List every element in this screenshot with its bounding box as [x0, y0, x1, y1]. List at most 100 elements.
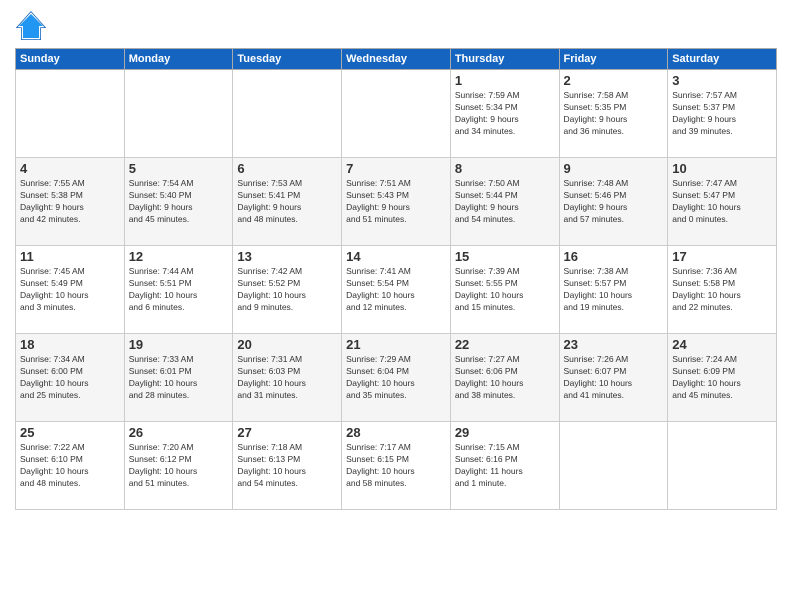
day-info: Sunrise: 7:22 AM Sunset: 6:10 PM Dayligh…	[20, 442, 120, 490]
calendar-cell: 21 Sunrise: 7:29 AM Sunset: 6:04 PM Dayli…	[342, 334, 451, 422]
calendar-cell: 20 Sunrise: 7:31 AM Sunset: 6:03 PM Dayli…	[233, 334, 342, 422]
day-number: 17	[672, 249, 772, 264]
day-info: Sunrise: 7:57 AM Sunset: 5:37 PM Dayligh…	[672, 90, 772, 138]
calendar-cell: 7Sunrise: 7:51 AM Sunset: 5:43 PM Daylig…	[342, 158, 451, 246]
calendar-cell: 25 Sunrise: 7:22 AM Sunset: 6:10 PM Dayli…	[16, 422, 125, 510]
day-info: Sunrise: 7:29 AM Sunset: 6:04 PM Dayligh…	[346, 354, 446, 402]
day-info: Sunrise: 7:26 AM Sunset: 6:07 PM Dayligh…	[564, 354, 664, 402]
day-info: Sunrise: 7:45 AM Sunset: 5:49 PM Dayligh…	[20, 266, 120, 314]
day-number: 19	[129, 337, 229, 352]
calendar-cell: 9Sunrise: 7:48 AM Sunset: 5:46 PM Daylig…	[559, 158, 668, 246]
calendar-cell: 27 Sunrise: 7:18 AM Sunset: 6:13 PM Dayli…	[233, 422, 342, 510]
calendar-cell: 4 Sunrise: 7:55 AM Sunset: 5:38 PM Daylig…	[16, 158, 125, 246]
day-number: 26	[129, 425, 229, 440]
day-number: 11	[20, 249, 120, 264]
day-info: Sunrise: 7:53 AM Sunset: 5:41 PM Dayligh…	[237, 178, 337, 226]
day-number: 23	[564, 337, 664, 352]
calendar-cell: 29 Sunrise: 7:15 AM Sunset: 6:16 PM Dayli…	[450, 422, 559, 510]
weekday-header-row: SundayMondayTuesdayWednesdayThursdayFrid…	[16, 49, 777, 70]
day-number: 1	[455, 73, 555, 88]
calendar-week-row: 25 Sunrise: 7:22 AM Sunset: 6:10 PM Dayli…	[16, 422, 777, 510]
day-info: Sunrise: 7:18 AM Sunset: 6:13 PM Dayligh…	[237, 442, 337, 490]
day-number: 14	[346, 249, 446, 264]
weekday-header: Saturday	[668, 49, 777, 70]
calendar-cell: 13 Sunrise: 7:42 AM Sunset: 5:52 PM Dayli…	[233, 246, 342, 334]
calendar-cell: 5 Sunrise: 7:54 AM Sunset: 5:40 PM Daylig…	[124, 158, 233, 246]
calendar-week-row: 1 Sunrise: 7:59 AM Sunset: 5:34 PM Daylig…	[16, 70, 777, 158]
day-info: Sunrise: 7:15 AM Sunset: 6:16 PM Dayligh…	[455, 442, 555, 490]
day-info: Sunrise: 7:24 AM Sunset: 6:09 PM Dayligh…	[672, 354, 772, 402]
day-info: Sunrise: 7:50 AM Sunset: 5:44 PM Dayligh…	[455, 178, 555, 226]
calendar-cell: 1 Sunrise: 7:59 AM Sunset: 5:34 PM Daylig…	[450, 70, 559, 158]
day-number: 24	[672, 337, 772, 352]
day-info: Sunrise: 7:44 AM Sunset: 5:51 PM Dayligh…	[129, 266, 229, 314]
weekday-header: Sunday	[16, 49, 125, 70]
day-info: Sunrise: 7:39 AM Sunset: 5:55 PM Dayligh…	[455, 266, 555, 314]
calendar-cell: 12 Sunrise: 7:44 AM Sunset: 5:51 PM Dayli…	[124, 246, 233, 334]
day-number: 29	[455, 425, 555, 440]
calendar-cell	[668, 422, 777, 510]
calendar-cell	[559, 422, 668, 510]
day-number: 27	[237, 425, 337, 440]
calendar-cell	[124, 70, 233, 158]
calendar-cell: 28 Sunrise: 7:17 AM Sunset: 6:15 PM Dayli…	[342, 422, 451, 510]
day-number: 12	[129, 249, 229, 264]
day-number: 28	[346, 425, 446, 440]
calendar-cell: 15 Sunrise: 7:39 AM Sunset: 5:55 PM Dayli…	[450, 246, 559, 334]
day-info: Sunrise: 7:17 AM Sunset: 6:15 PM Dayligh…	[346, 442, 446, 490]
day-number: 13	[237, 249, 337, 264]
calendar-cell: 16 Sunrise: 7:38 AM Sunset: 5:57 PM Dayli…	[559, 246, 668, 334]
day-info: Sunrise: 7:55 AM Sunset: 5:38 PM Dayligh…	[20, 178, 120, 226]
weekday-header: Tuesday	[233, 49, 342, 70]
calendar-week-row: 18Sunrise: 7:34 AM Sunset: 6:00 PM Dayli…	[16, 334, 777, 422]
day-info: Sunrise: 7:59 AM Sunset: 5:34 PM Dayligh…	[455, 90, 555, 138]
day-info: Sunrise: 7:20 AM Sunset: 6:12 PM Dayligh…	[129, 442, 229, 490]
calendar-cell: 22 Sunrise: 7:27 AM Sunset: 6:06 PM Dayli…	[450, 334, 559, 422]
weekday-header: Friday	[559, 49, 668, 70]
calendar-cell: 11 Sunrise: 7:45 AM Sunset: 5:49 PM Dayli…	[16, 246, 125, 334]
day-number: 15	[455, 249, 555, 264]
calendar-cell: 3 Sunrise: 7:57 AM Sunset: 5:37 PM Daylig…	[668, 70, 777, 158]
day-info: Sunrise: 7:42 AM Sunset: 5:52 PM Dayligh…	[237, 266, 337, 314]
weekday-header: Wednesday	[342, 49, 451, 70]
calendar-cell: 10 Sunrise: 7:47 AM Sunset: 5:47 PM Dayli…	[668, 158, 777, 246]
day-info: Sunrise: 7:41 AM Sunset: 5:54 PM Dayligh…	[346, 266, 446, 314]
calendar-week-row: 11 Sunrise: 7:45 AM Sunset: 5:49 PM Dayli…	[16, 246, 777, 334]
calendar-cell: 24 Sunrise: 7:24 AM Sunset: 6:09 PM Dayli…	[668, 334, 777, 422]
day-info: Sunrise: 7:33 AM Sunset: 6:01 PM Dayligh…	[129, 354, 229, 402]
day-number: 2	[564, 73, 664, 88]
day-info: Sunrise: 7:51 AM Sunset: 5:43 PM Dayligh…	[346, 178, 446, 226]
day-number: 10	[672, 161, 772, 176]
day-info: Sunrise: 7:27 AM Sunset: 6:06 PM Dayligh…	[455, 354, 555, 402]
calendar-cell: 6 Sunrise: 7:53 AM Sunset: 5:41 PM Daylig…	[233, 158, 342, 246]
day-number: 4	[20, 161, 120, 176]
calendar-cell: 19 Sunrise: 7:33 AM Sunset: 6:01 PM Dayli…	[124, 334, 233, 422]
day-info: Sunrise: 7:34 AM Sunset: 6:00 PM Dayligh…	[20, 354, 120, 402]
logo-icon	[15, 10, 47, 42]
day-info: Sunrise: 7:47 AM Sunset: 5:47 PM Dayligh…	[672, 178, 772, 226]
calendar-cell	[342, 70, 451, 158]
day-number: 25	[20, 425, 120, 440]
day-number: 3	[672, 73, 772, 88]
calendar-cell: 14 Sunrise: 7:41 AM Sunset: 5:54 PM Dayli…	[342, 246, 451, 334]
day-info: Sunrise: 7:31 AM Sunset: 6:03 PM Dayligh…	[237, 354, 337, 402]
calendar-cell: 23 Sunrise: 7:26 AM Sunset: 6:07 PM Dayli…	[559, 334, 668, 422]
calendar-week-row: 4 Sunrise: 7:55 AM Sunset: 5:38 PM Daylig…	[16, 158, 777, 246]
page-header	[15, 10, 777, 42]
day-info: Sunrise: 7:54 AM Sunset: 5:40 PM Dayligh…	[129, 178, 229, 226]
day-info: Sunrise: 7:48 AM Sunset: 5:46 PM Dayligh…	[564, 178, 664, 226]
calendar-cell: 17 Sunrise: 7:36 AM Sunset: 5:58 PM Dayli…	[668, 246, 777, 334]
day-number: 22	[455, 337, 555, 352]
day-info: Sunrise: 7:36 AM Sunset: 5:58 PM Dayligh…	[672, 266, 772, 314]
day-number: 5	[129, 161, 229, 176]
calendar-cell: 2Sunrise: 7:58 AM Sunset: 5:35 PM Daylig…	[559, 70, 668, 158]
day-number: 20	[237, 337, 337, 352]
day-number: 6	[237, 161, 337, 176]
day-number: 16	[564, 249, 664, 264]
day-number: 21	[346, 337, 446, 352]
calendar-cell	[16, 70, 125, 158]
day-number: 8	[455, 161, 555, 176]
day-info: Sunrise: 7:38 AM Sunset: 5:57 PM Dayligh…	[564, 266, 664, 314]
calendar-cell: 26 Sunrise: 7:20 AM Sunset: 6:12 PM Dayli…	[124, 422, 233, 510]
calendar-cell	[233, 70, 342, 158]
